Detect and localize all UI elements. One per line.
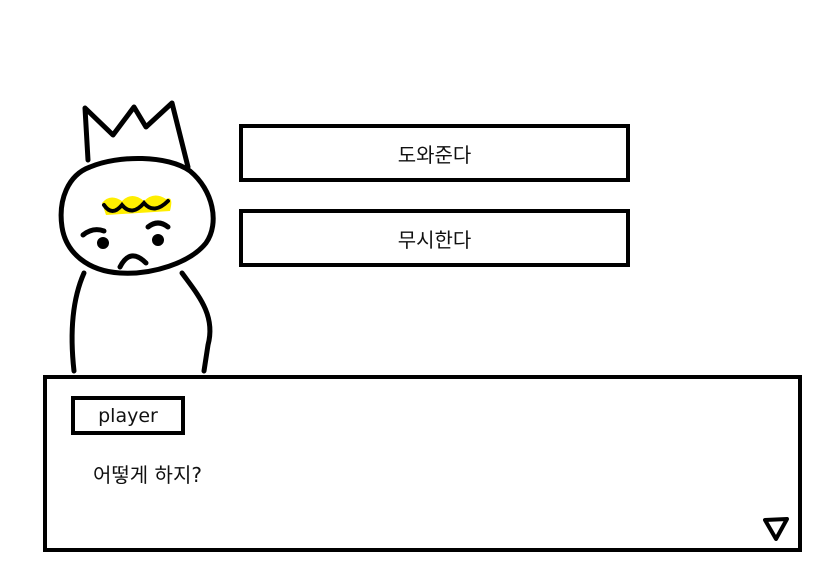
dialog-text: 어떻게 하지? bbox=[93, 463, 202, 487]
sad-character-icon bbox=[58, 100, 216, 374]
choice-label-help: 도와준다 bbox=[397, 142, 472, 167]
choice-button-help[interactable]: 도와준다 bbox=[239, 124, 630, 182]
choice-button-ignore[interactable]: 무시한다 bbox=[239, 209, 630, 267]
advance-triangle-icon[interactable] bbox=[763, 517, 789, 541]
dialog-box[interactable]: player 어떻게 하지? bbox=[43, 375, 802, 552]
game-screen: 도와준다 무시한다 player 어떻게 하지? bbox=[0, 0, 830, 583]
speaker-name: player bbox=[98, 404, 158, 427]
speaker-nameplate: player bbox=[71, 396, 185, 435]
choice-label-ignore: 무시한다 bbox=[397, 227, 472, 252]
